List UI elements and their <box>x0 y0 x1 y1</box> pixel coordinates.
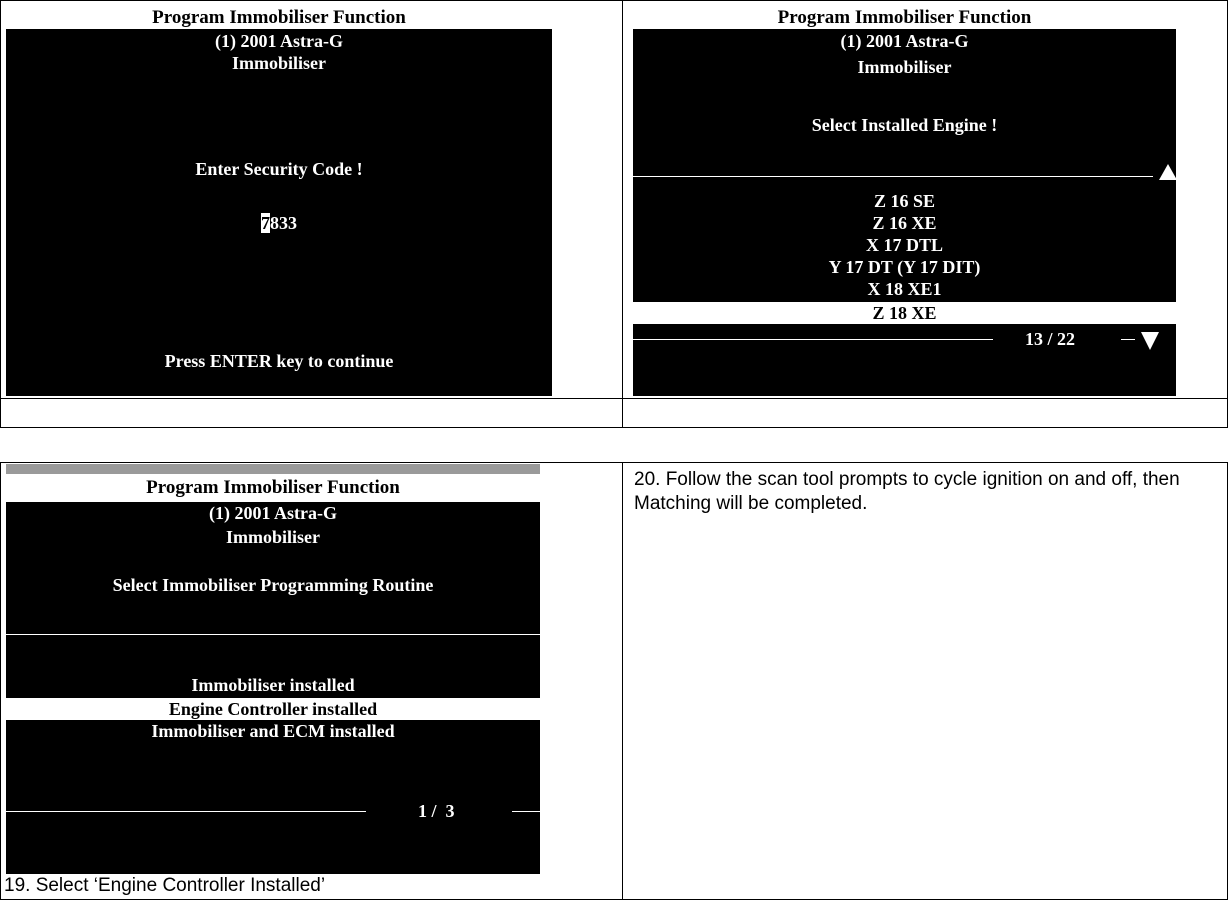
security-code-input[interactable]: 7833 <box>6 212 552 234</box>
table1-mid-border <box>622 0 623 428</box>
table1-top-border <box>0 0 1228 1</box>
engine-option[interactable]: Z 16 SE <box>633 190 1176 212</box>
step18-caption: 18. Select the correct engine for the ve… <box>636 373 1002 394</box>
table2-top-border <box>0 462 1228 463</box>
engine-option[interactable]: X 17 DTL <box>633 234 1176 256</box>
vehicle-label: (1) 2001 Astra-G <box>209 503 337 523</box>
table2-left-border <box>0 462 1 900</box>
screen-title: Program Immobiliser Function <box>6 474 540 502</box>
engine-select-prompt: Select Installed Engine ! <box>811 115 998 135</box>
table1-bottom-border <box>0 427 1228 428</box>
vehicle-label: (1) 2001 Astra-G <box>840 31 969 51</box>
input-cursor: 7 <box>261 213 270 233</box>
engine-option[interactable]: Y 17 DT (Y 17 DIT) <box>633 256 1176 278</box>
step20-instructions: 20. Follow the scan tool prompts to cycl… <box>634 469 1180 514</box>
table2-mid-border <box>622 462 623 900</box>
vehicle-label: (1) 2001 Astra-G <box>215 31 343 51</box>
engine-option[interactable]: Z 16 XE <box>633 212 1176 234</box>
list-top-rule <box>6 634 540 635</box>
routine-option[interactable]: Immobiliser and ECM installed <box>6 720 540 742</box>
scan-tool-screen-security-code: Program Immobiliser Function (1) 2001 As… <box>6 6 552 396</box>
security-code-digits: 833 <box>270 213 297 233</box>
routine-select-prompt: Select Immobiliser Programming Routine <box>112 575 434 595</box>
page-indicator: 1 / 3 <box>418 801 455 821</box>
routine-option[interactable]: Immobiliser installed <box>6 674 540 696</box>
list-bottom-rule <box>6 811 366 812</box>
routine-option-selected[interactable]: Engine Controller installed <box>6 698 540 720</box>
step19-caption: 19. Select ‘Engine Controller Installed’ <box>4 875 326 896</box>
scan-tool-screen-programming-routine: Program Immobiliser Function (1) 2001 As… <box>6 464 540 874</box>
system-label: Immobiliser <box>226 527 320 547</box>
system-label: Immobiliser <box>857 57 952 77</box>
engine-option-selected[interactable]: Z 18 XE <box>633 302 1176 324</box>
scroll-down-icon[interactable] <box>1141 332 1159 350</box>
step17-caption: 17. Enter the correct Security code & co… <box>6 369 399 390</box>
scan-tool-screen-engine-select: Program Immobiliser Function (1) 2001 As… <box>633 6 1176 396</box>
table1-row-divider <box>0 398 1228 399</box>
screen-title: Program Immobiliser Function <box>633 6 1176 29</box>
pager-dash <box>512 811 540 812</box>
page-indicator: 13 / 22 <box>1025 329 1076 349</box>
screen-title: Program Immobiliser Function <box>6 6 552 29</box>
screen-top-bar <box>6 464 540 474</box>
list-bottom-rule <box>633 339 993 340</box>
list-top-rule <box>633 176 1153 177</box>
pager-dash <box>1121 339 1135 340</box>
table1-left-border <box>0 0 1 428</box>
security-code-prompt: Enter Security Code ! <box>195 159 363 179</box>
engine-option[interactable]: X 18 XE1 <box>633 278 1176 300</box>
scroll-up-icon[interactable] <box>1159 164 1176 180</box>
system-label: Immobiliser <box>232 53 326 73</box>
